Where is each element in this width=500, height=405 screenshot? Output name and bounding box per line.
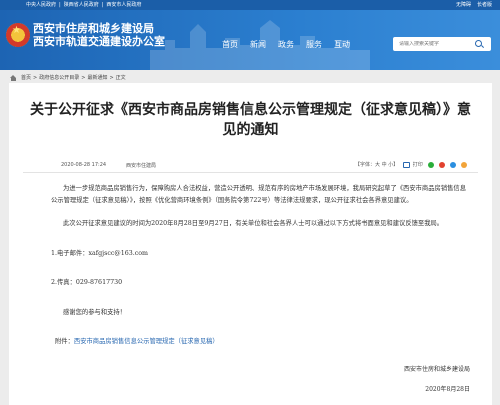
nav-home[interactable]: 首页 xyxy=(222,39,238,50)
top-bar: 中央人民政府 | 陕西省人民政府 | 西安市人民政府 无障碍 长者版 xyxy=(0,0,500,10)
breadcrumb: 首页 > 政府信息公开目录 > 最新通知 > 正文 xyxy=(10,74,126,81)
accessibility-links: 无障碍 长者版 xyxy=(456,0,492,10)
qzone-share-icon[interactable] xyxy=(460,161,467,168)
article-tools: 【字体：大 中 小】 打印 xyxy=(355,161,467,168)
sign-date: 2020年8月28日 xyxy=(425,385,470,393)
attachment: 附件：西安市商品房销售信息公示管理规定（征求意见稿） xyxy=(55,336,219,345)
nav-affairs[interactable]: 政务 xyxy=(278,39,294,50)
print-icon xyxy=(403,161,411,168)
breadcrumb-separator: > xyxy=(109,74,114,81)
article-source: 西安市住建局 xyxy=(126,163,157,169)
search-input[interactable] xyxy=(393,41,473,47)
breadcrumb-notices[interactable]: 最新通知 xyxy=(87,74,107,81)
gov-links: 中央人民政府 | 陕西省人民政府 | 西安市人民政府 xyxy=(26,0,141,10)
breadcrumb-current: 正文 xyxy=(115,75,126,81)
home-icon xyxy=(10,74,17,81)
site-title-line2: 西安市轨道交通建设办公室 xyxy=(33,35,165,48)
nav-interaction[interactable]: 互动 xyxy=(334,39,350,50)
site-title-line1: 西安市住房和城乡建设局 xyxy=(33,22,154,35)
signature: 西安市住房和城乡建设局 2020年8月28日 xyxy=(404,364,470,395)
nav-services[interactable]: 服务 xyxy=(306,39,322,50)
main-nav: 首页 新闻 政务 服务 互动 xyxy=(222,39,350,50)
site-title[interactable]: 西安市住房和城乡建设局 西安市轨道交通建设办公室 xyxy=(33,22,165,48)
breadcrumb-catalog[interactable]: 政府信息公开目录 xyxy=(39,74,79,81)
contact-fax: 2.传真：029-87617730 xyxy=(51,279,123,286)
breadcrumb-separator: > xyxy=(33,74,38,81)
separator: | xyxy=(101,2,104,8)
weibo-share-icon[interactable] xyxy=(438,161,445,168)
nav-news[interactable]: 新闻 xyxy=(250,39,266,50)
attachment-link[interactable]: 西安市商品房销售信息公示管理规定（征求意见稿） xyxy=(74,338,219,345)
separator: | xyxy=(59,2,61,8)
sign-org: 西安市住房和城乡建设局 xyxy=(403,366,470,373)
font-size-switch[interactable]: 【字体：大 中 小】 xyxy=(355,161,398,168)
elder-mode-link[interactable]: 长者版 xyxy=(477,0,492,10)
link-province-gov[interactable]: 陕西省人民政府 xyxy=(64,0,99,10)
search-box xyxy=(393,37,491,51)
wechat-share-icon[interactable] xyxy=(427,161,434,168)
site-header: ★ 西安市住房和城乡建设局 西安市轨道交通建设办公室 首页 新闻 政务 服务 互… xyxy=(0,10,500,70)
link-city-gov[interactable]: 西安市人民政府 xyxy=(106,0,141,10)
article-card: 关于公开征求《西安市商品房销售信息公示管理规定（征求意见稿）》意见的通知 202… xyxy=(9,83,492,405)
paragraph-1: 为进一步规范商品房销售行为，保障购房人合法权益，营造公开透明、规范有序的房地产市… xyxy=(51,185,466,204)
article-meta: 2020-08-28 17:24 西安市住建局 【字体：大 中 小】 打印 xyxy=(23,161,478,173)
print-button[interactable]: 打印 xyxy=(403,161,423,168)
attachment-label: 附件： xyxy=(55,338,74,345)
thanks-text: 感谢您的参与和支持！ xyxy=(63,308,126,316)
paragraph-2: 此次公开征求意见建议的时间为2020年8月28日至9月27日，有关单位和社会各界… xyxy=(63,220,444,227)
search-icon[interactable] xyxy=(473,38,485,50)
contact-email: 1.电子邮件：xafgjscc@163.com xyxy=(51,249,149,257)
breadcrumb-separator: > xyxy=(81,74,86,81)
qq-share-icon[interactable] xyxy=(449,161,456,168)
print-label: 打印 xyxy=(412,162,423,168)
article-title: 关于公开征求《西安市商品房销售信息公示管理规定（征求意见稿）》意见的通知 xyxy=(30,102,471,138)
article-body: 为进一步规范商品房销售行为，保障购房人合法权益，营造公开透明、规范有序的房地产市… xyxy=(51,183,471,318)
accessibility-link[interactable]: 无障碍 xyxy=(456,0,471,10)
breadcrumb-home[interactable]: 首页 xyxy=(21,74,31,81)
link-central-gov[interactable]: 中央人民政府 xyxy=(26,0,56,10)
national-emblem-icon: ★ xyxy=(6,23,30,47)
publish-date: 2020-08-28 17:24 xyxy=(61,162,107,168)
